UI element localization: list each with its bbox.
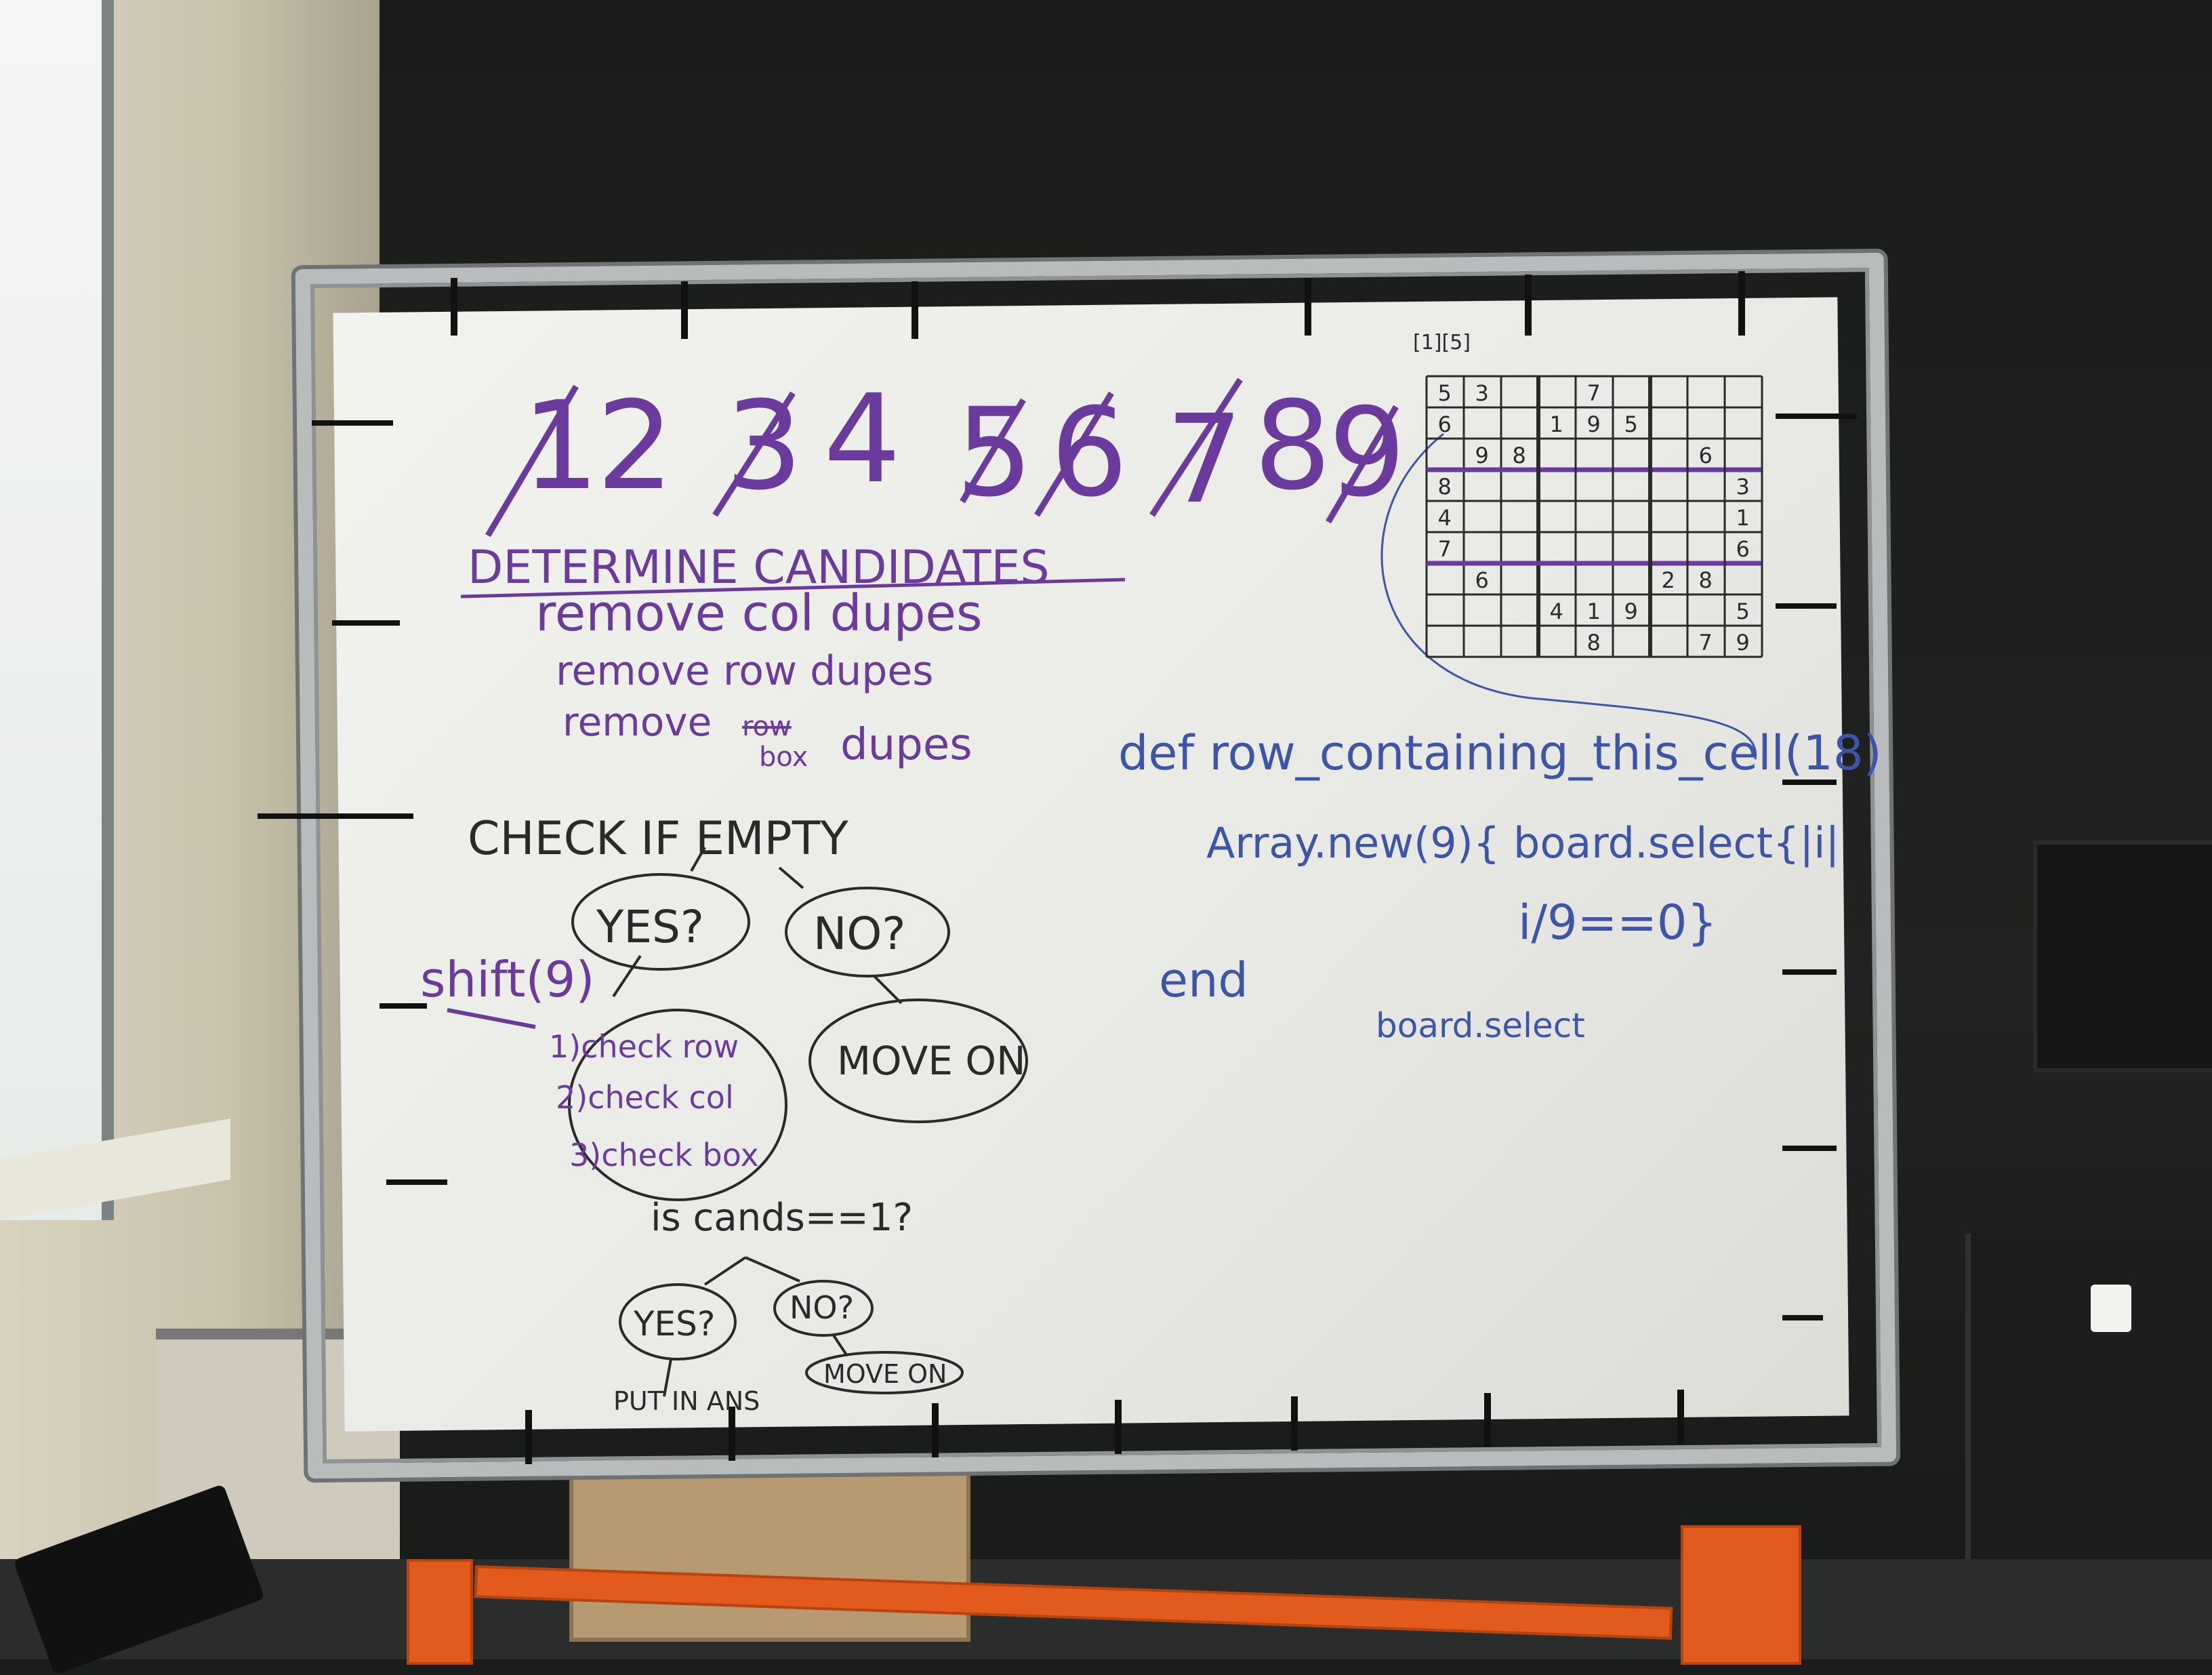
number-7: 7: [1166, 389, 1244, 531]
number-6: 6: [1050, 382, 1128, 524]
grid-cell-value: 8: [1587, 630, 1601, 655]
step-box-dupes: dupes: [840, 720, 972, 770]
check-row: 1)check row: [549, 1028, 739, 1065]
grid-label: [1][5]: [1413, 331, 1471, 355]
grid-cell-value: 1: [1736, 505, 1750, 531]
grid-cell-value: 4: [1550, 599, 1563, 624]
number-4: 4: [823, 369, 901, 510]
check-box: 3)check box: [569, 1137, 759, 1173]
step-box-struck: row: [742, 711, 792, 742]
check-col: 2)check col: [556, 1079, 734, 1116]
array-line: Array.new(9){ board.select{|i|: [1206, 818, 1839, 868]
grid-cell-value: 6: [1438, 411, 1452, 437]
grid-cell-value: 8: [1513, 443, 1526, 468]
grid-cell-value: 5: [1438, 380, 1452, 406]
yes-label-2: YES?: [633, 1304, 715, 1344]
shift-underline: [447, 1008, 536, 1029]
step-box-remove: remove: [562, 699, 712, 745]
def-line: def row_containing_this_cell(18): [1118, 725, 1882, 781]
grid-cell-value: 3: [1736, 474, 1750, 500]
numbers-row: 1 2 3 4 5 6 7 8 9: [522, 369, 1406, 531]
step-col: remove col dupes: [535, 584, 983, 643]
end-line: end: [1159, 952, 1248, 1008]
step-box-word: box: [759, 742, 808, 773]
yes-label-1: YES?: [596, 901, 704, 953]
grid-cell-value: 7: [1699, 630, 1713, 655]
check-if-empty: CHECK IF EMPTY: [468, 812, 848, 866]
grid-cell-value: 4: [1438, 505, 1452, 531]
whiteboard-drawing: 1 2 3 4 5 6 7 8 9 DETERMINE CANDIDATES r…: [258, 271, 1882, 1464]
board-select-note: board.select: [1376, 1006, 1585, 1045]
step-row: remove row dupes: [556, 647, 934, 695]
grid-cell-value: 9: [1475, 443, 1489, 468]
grid-cell-value: 8: [1438, 474, 1452, 500]
number-1: 1: [522, 376, 600, 517]
grid-cell-value: 5: [1624, 411, 1638, 437]
move-on-label-2: MOVE ON: [823, 1359, 947, 1389]
put-in-ans: PUT IN ANS: [613, 1386, 760, 1416]
grid-cell-value: 9: [1624, 599, 1638, 624]
grid-cell-value: 6: [1736, 536, 1750, 562]
grid-cell-value: 8: [1699, 567, 1713, 593]
grid-cell-value: 9: [1736, 630, 1750, 655]
grid-cell-value: 6: [1475, 567, 1489, 593]
grid-cell-value: 7: [1438, 536, 1452, 562]
grid-cell-value: 3: [1475, 380, 1489, 406]
grid-cell-value: 1: [1550, 411, 1563, 437]
grid-cell-value: 1: [1587, 599, 1601, 624]
number-2: 2: [596, 376, 674, 517]
grid-cell-value: 9: [1587, 411, 1601, 437]
sudoku-grid: 5 3 76 1 9 59 8 68 34 17 66 2 84 1 9 58 7 9: [1425, 375, 1763, 658]
shift-label: shift(9): [420, 951, 594, 1008]
grid-cell-value: 7: [1587, 380, 1601, 406]
is-cands: is cands==1?: [651, 1196, 913, 1240]
no-label-2: NO?: [790, 1289, 854, 1326]
grid-cell-value: 6: [1699, 443, 1713, 468]
grid-cell-value: 5: [1736, 599, 1750, 624]
no-label-1: NO?: [813, 908, 905, 960]
move-on-label-1: MOVE ON: [837, 1038, 1025, 1084]
grid-cell-value: 2: [1662, 567, 1675, 593]
number-8: 8: [1254, 376, 1332, 517]
cond-line: i/9==0}: [1518, 895, 1717, 950]
